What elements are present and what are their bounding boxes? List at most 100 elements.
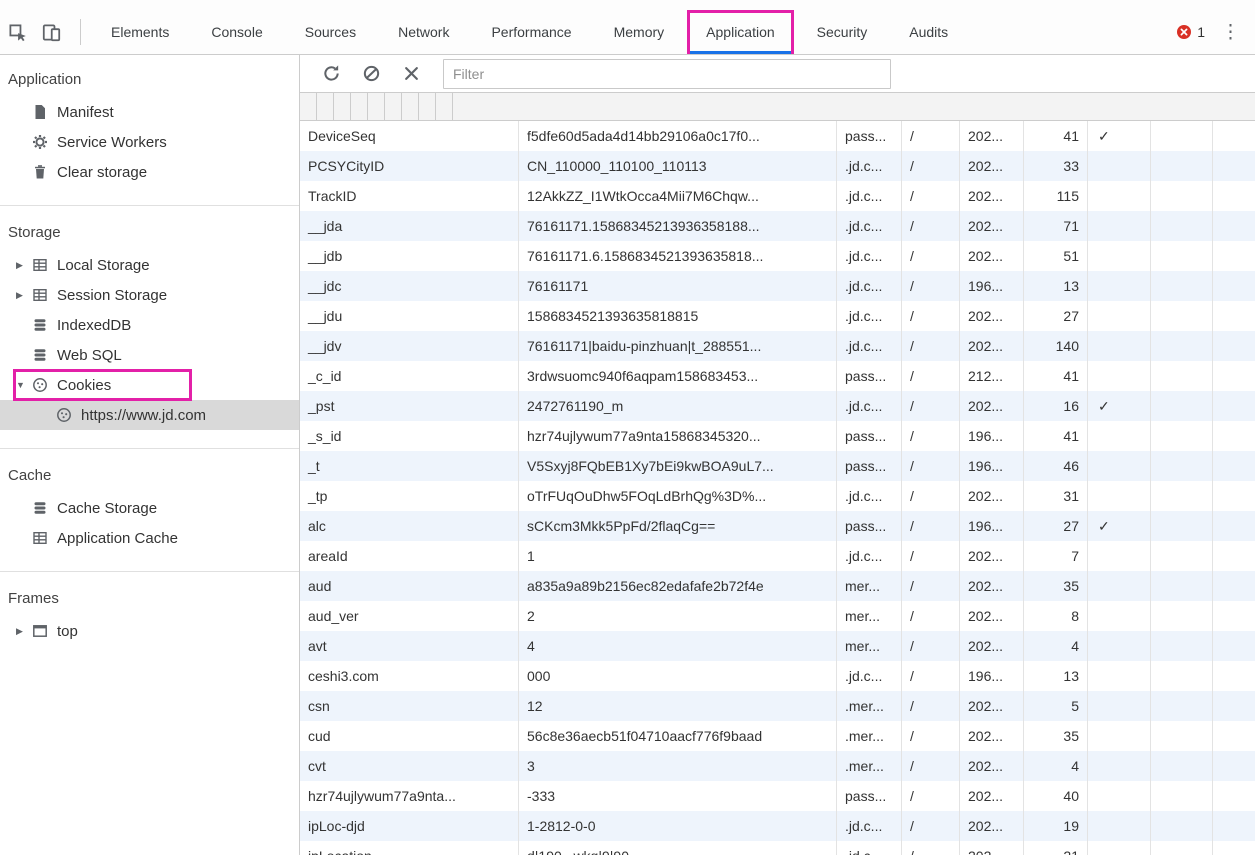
cell-name: _c_id bbox=[300, 361, 519, 391]
cookie-row[interactable]: _c_id 3rdwsuomc940f6aqpam158683453... pa… bbox=[300, 361, 1255, 391]
tab-sources[interactable]: Sources bbox=[289, 13, 372, 51]
column-header-value[interactable] bbox=[317, 93, 334, 120]
delete-selected-button[interactable] bbox=[401, 64, 421, 84]
triangle-right-icon[interactable]: ▶ bbox=[16, 290, 31, 301]
cookie-row[interactable]: csn 12 .mer... / 202... 5 bbox=[300, 691, 1255, 721]
sidebar-item-https-www-jd-com[interactable]: https://www.jd.com bbox=[0, 400, 299, 430]
column-header-http[interactable] bbox=[402, 93, 419, 120]
tab-elements[interactable]: Elements bbox=[95, 13, 185, 51]
tab-security[interactable]: Security bbox=[801, 13, 884, 51]
tab-label: Elements bbox=[111, 24, 170, 40]
cookie-row[interactable]: __jdv 76161171|baidu-pinzhuan|t_288551..… bbox=[300, 331, 1255, 361]
cell-domain: pass... bbox=[837, 781, 902, 811]
sidebar-item-top[interactable]: ▶ top bbox=[0, 616, 299, 646]
sidebar-item-cookies[interactable]: ▼ Cookies bbox=[0, 369, 299, 401]
column-header-sec[interactable] bbox=[419, 93, 436, 120]
cookie-row[interactable]: _t V5Sxyj8FQbEB1Xy7bEi9kwBOA9uL7... pass… bbox=[300, 451, 1255, 481]
tab-network[interactable]: Network bbox=[382, 13, 465, 51]
cell-expires: 202... bbox=[960, 721, 1024, 751]
cookie-row[interactable]: hzr74ujlywum77a9nta... -333 pass... / 20… bbox=[300, 781, 1255, 811]
cell-path: / bbox=[902, 811, 960, 841]
sidebar-section: Cache Cache Storage Application Cache bbox=[0, 448, 299, 565]
cell-path: / bbox=[902, 421, 960, 451]
column-header-path[interactable] bbox=[351, 93, 368, 120]
column-header-sam[interactable] bbox=[436, 93, 453, 120]
cookie-row[interactable]: aud_ver 2 mer... / 202... 8 bbox=[300, 601, 1255, 631]
tab-audits[interactable]: Audits bbox=[893, 13, 964, 51]
cookie-row[interactable]: __jdc 76161171 .jd.c... / 196... 13 bbox=[300, 271, 1255, 301]
tab-performance[interactable]: Performance bbox=[475, 13, 587, 51]
cell-path: / bbox=[902, 391, 960, 421]
sidebar-item-web-sql[interactable]: Web SQL bbox=[0, 340, 299, 370]
cell-size: 35 bbox=[1024, 721, 1088, 751]
cookie-row[interactable]: ipLocation d|190...wkq|9|90... .jd.c... … bbox=[300, 841, 1255, 855]
cookie-row[interactable]: avt 4 mer... / 202... 4 bbox=[300, 631, 1255, 661]
cookie-row[interactable]: __jdb 76161171.6.1586834521393635818... … bbox=[300, 241, 1255, 271]
kebab-menu-icon[interactable]: ⋮ bbox=[1221, 23, 1240, 42]
sidebar-item-manifest[interactable]: Manifest bbox=[0, 97, 299, 127]
cookie-row[interactable]: _s_id hzr74ujlywum77a9nta15868345320... … bbox=[300, 421, 1255, 451]
inspect-element-button[interactable] bbox=[0, 15, 34, 49]
sidebar-item-local-storage[interactable]: ▶ Local Storage bbox=[0, 250, 299, 280]
cell-path: / bbox=[902, 661, 960, 691]
section-header: Frames bbox=[8, 590, 59, 607]
triangle-right-icon[interactable]: ▶ bbox=[16, 626, 31, 637]
cookie-row[interactable]: alc sCKcm3Mkk5PpFd/2flaqCg== pass... / 1… bbox=[300, 511, 1255, 541]
cell-size: 41 bbox=[1024, 421, 1088, 451]
cookie-row[interactable]: PCSYCityID CN_110000_110100_110113 .jd.c… bbox=[300, 151, 1255, 181]
cookie-row[interactable]: _tp oTrFUqOuDhw5FOqLdBrhQg%3D%... .jd.c.… bbox=[300, 481, 1255, 511]
table-icon bbox=[31, 530, 48, 547]
cookie-row[interactable]: areaId 1 .jd.c... / 202... 7 bbox=[300, 541, 1255, 571]
column-header-do[interactable] bbox=[334, 93, 351, 120]
cell-value: 56c8e36aecb51f04710aacf776f9baad bbox=[519, 721, 837, 751]
column-header-expi[interactable] bbox=[368, 93, 385, 120]
sidebar-item-indexeddb[interactable]: IndexedDB bbox=[0, 310, 299, 340]
cell-expires: 196... bbox=[960, 511, 1024, 541]
sidebar-item-cache-storage[interactable]: Cache Storage bbox=[0, 493, 299, 523]
cookie-row[interactable]: DeviceSeq f5dfe60d5ada4d14bb29106a0c17f0… bbox=[300, 121, 1255, 151]
cell-name: avt bbox=[300, 631, 519, 661]
cell-http bbox=[1088, 631, 1151, 661]
cookie-filter-input[interactable] bbox=[443, 58, 891, 89]
table-icon bbox=[31, 257, 48, 274]
cell-domain: .jd.c... bbox=[837, 391, 902, 421]
cookie-row[interactable]: aud a835a9a89b2156ec82edafafe2b72f4e mer… bbox=[300, 571, 1255, 601]
cell-path: / bbox=[902, 361, 960, 391]
cookie-table-body: DeviceSeq f5dfe60d5ada4d14bb29106a0c17f0… bbox=[300, 121, 1255, 855]
cookie-row[interactable]: ceshi3.com 000 .jd.c... / 196... 13 bbox=[300, 661, 1255, 691]
error-icon bbox=[1176, 24, 1192, 40]
cookie-row[interactable]: __jda 76161171.15868345213936358188... .… bbox=[300, 211, 1255, 241]
cell-path: / bbox=[902, 121, 960, 151]
cookie-row[interactable]: __jdu 1586834521393635818815 .jd.c... / … bbox=[300, 301, 1255, 331]
cell-expires: 202... bbox=[960, 331, 1024, 361]
sidebar-item-application-cache[interactable]: Application Cache bbox=[0, 523, 299, 553]
cell-name: csn bbox=[300, 691, 519, 721]
clear-all-button[interactable] bbox=[361, 64, 381, 84]
device-toolbar-button[interactable] bbox=[34, 15, 68, 49]
sidebar-item-label: Clear storage bbox=[57, 163, 148, 181]
sidebar-item-clear-storage[interactable]: Clear storage bbox=[0, 157, 299, 187]
cookie-row[interactable]: cud 56c8e36aecb51f04710aacf776f9baad .me… bbox=[300, 721, 1255, 751]
cookie-row[interactable]: TrackID 12AkkZZ_I1WtkOcca4Mii7M6Chqw... … bbox=[300, 181, 1255, 211]
cookie-row[interactable]: _pst 2472761190_m .jd.c... / 202... 16 ✓ bbox=[300, 391, 1255, 421]
cell-domain: .mer... bbox=[837, 751, 902, 781]
tab-memory[interactable]: Memory bbox=[598, 13, 681, 51]
error-count-badge[interactable]: 1 bbox=[1176, 24, 1205, 40]
triangle-down-icon[interactable]: ▼ bbox=[16, 380, 31, 390]
column-header-size[interactable] bbox=[385, 93, 402, 120]
cell-expires: 202... bbox=[960, 151, 1024, 181]
sidebar-item-service-workers[interactable]: Service Workers bbox=[0, 127, 299, 157]
cookie-row[interactable]: ipLoc-djd 1-2812-0-0 .jd.c... / 202... 1… bbox=[300, 811, 1255, 841]
cell-size: 71 bbox=[1024, 211, 1088, 241]
tab-console[interactable]: Console bbox=[195, 13, 278, 51]
column-header-name[interactable] bbox=[300, 93, 317, 120]
cell-samesite bbox=[1213, 421, 1255, 451]
sidebar-item-session-storage[interactable]: ▶ Session Storage bbox=[0, 280, 299, 310]
cell-size: 13 bbox=[1024, 271, 1088, 301]
refresh-button[interactable] bbox=[321, 64, 341, 84]
cell-size: 115 bbox=[1024, 181, 1088, 211]
triangle-right-icon[interactable]: ▶ bbox=[16, 260, 31, 271]
cell-secure bbox=[1151, 541, 1213, 571]
cookie-row[interactable]: cvt 3 .mer... / 202... 4 bbox=[300, 751, 1255, 781]
tab-application[interactable]: Application bbox=[687, 10, 794, 54]
